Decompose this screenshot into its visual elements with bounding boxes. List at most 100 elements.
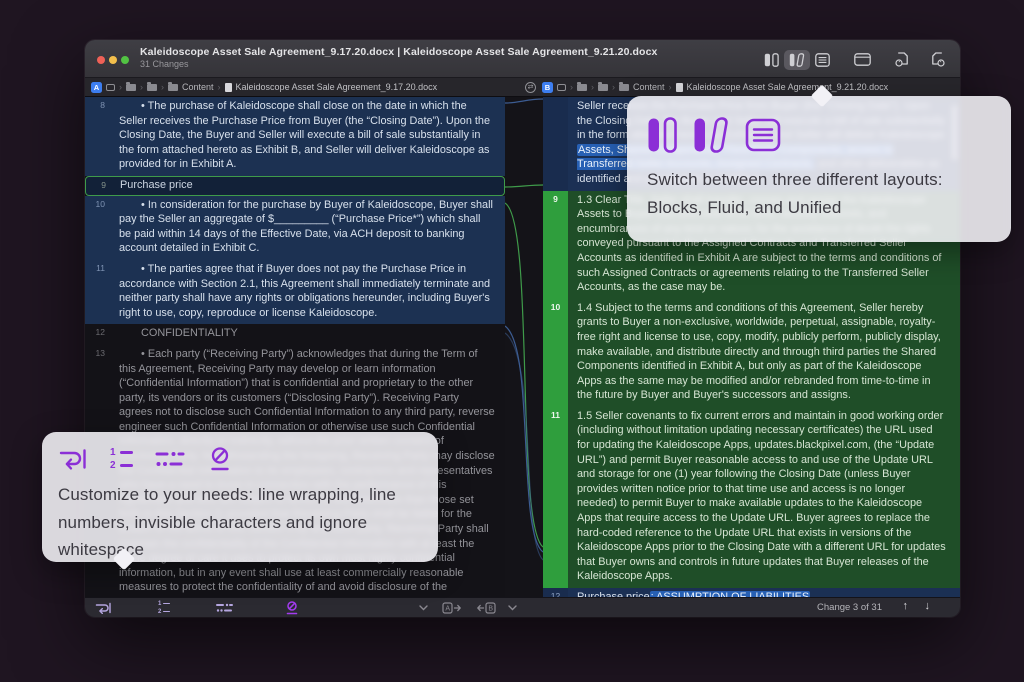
chevron-separator: ›	[669, 83, 672, 92]
computer-icon[interactable]	[557, 84, 566, 91]
diff-text: • In consideration for the purchase by B…	[111, 196, 505, 260]
left-row-9-insertion-point[interactable]: 9 Purchase price	[85, 176, 505, 196]
line-numbers-toggle[interactable]: 1 2	[158, 601, 170, 615]
diff-text: CONFIDENTIALITY	[111, 324, 505, 345]
folder-icon[interactable]	[577, 84, 587, 91]
left-row-11[interactable]: 11 • The parties agree that if Buyer doe…	[85, 260, 505, 324]
left-row-12[interactable]: 12 CONFIDENTIALITY	[85, 324, 505, 345]
line-number: 9	[543, 191, 568, 299]
breadcrumb-file-a: A › › › Content › Kaleidoscope Asset Sal…	[91, 78, 437, 96]
layout-toolbar	[759, 49, 950, 70]
copy-a-right-icon: A	[442, 602, 462, 614]
breadcrumb-file-label[interactable]: Kaleidoscope Asset Sale Agreement_9.21.2…	[687, 82, 889, 92]
swap-documents-icon[interactable]: ⇄	[525, 82, 536, 93]
file-a-badge: A	[91, 82, 102, 93]
text-segment: 1.5 Seller covenants to fix current erro…	[577, 410, 946, 583]
blocks-layout-button[interactable]	[759, 50, 784, 70]
document-icon	[225, 83, 232, 92]
chevron-down-icon	[508, 605, 517, 611]
breadcrumb-folder-label[interactable]: Content	[182, 82, 214, 92]
changes-count: 31 Changes	[140, 60, 657, 70]
refresh-file-b-button[interactable]	[925, 49, 950, 70]
text-segment: • The purchase of Kaleidoscope shall clo…	[119, 100, 490, 170]
copy-b-to-a-button[interactable]: B	[476, 602, 496, 614]
right-row-12[interactable]: 12 Purchase price; ASSUMPTION OF LIABILI…	[543, 588, 960, 597]
svg-text:A: A	[446, 605, 451, 612]
previous-change-button[interactable]: ↑	[903, 600, 909, 612]
layout-tooltip: Switch between three different layouts: …	[627, 96, 1011, 242]
customize-tooltip-text: Customize to your needs: line wrapping, …	[58, 481, 418, 564]
blocks-layout-icon	[764, 53, 779, 67]
document-reload-icon	[895, 52, 910, 67]
ignore-whitespace-toggle[interactable]	[285, 601, 299, 615]
change-position-label: Change 3 of 31	[817, 602, 882, 613]
line-wrap-icon	[95, 602, 112, 614]
text-segment: CONFIDENTIALITY	[141, 327, 238, 339]
filter-menu-button[interactable]	[419, 605, 428, 611]
unified-layout-icon	[745, 117, 781, 153]
line-number: 11	[85, 260, 111, 324]
customize-tooltip: 1 2 Customize to your needs: line wrappi…	[42, 432, 438, 562]
copy-a-to-b-button[interactable]: A	[442, 602, 462, 614]
chevron-separator: ›	[161, 83, 164, 92]
folder-icon[interactable]	[147, 84, 157, 91]
blocks-layout-icon	[647, 117, 677, 153]
window-title-block: Kaleidoscope Asset Sale Agreement_9.17.2…	[140, 47, 657, 70]
fluid-layout-icon	[789, 53, 805, 67]
breadcrumb-folder-label[interactable]: Content	[633, 82, 665, 92]
fluid-layout-button[interactable]	[784, 50, 810, 70]
line-number: 12	[543, 588, 568, 597]
connector-curves	[505, 97, 543, 597]
line-number: 10	[543, 299, 568, 407]
line-number: 11	[543, 407, 568, 588]
diff-text: 1.5 Seller covenants to fix current erro…	[568, 407, 960, 588]
window-title: Kaleidoscope Asset Sale Agreement_9.17.2…	[140, 47, 657, 59]
line-numbers-icon: 1 2	[158, 601, 170, 615]
diff-text: • The purchase of Kaleidoscope shall clo…	[111, 97, 505, 176]
right-row-10-added[interactable]: 10 1.4 Subject to the terms and conditio…	[543, 299, 960, 407]
left-row-10[interactable]: 10 • In consideration for the purchase b…	[85, 196, 505, 260]
invisible-characters-toggle[interactable]	[216, 602, 233, 613]
minimize-button[interactable]	[109, 56, 117, 64]
titlebar[interactable]: Kaleidoscope Asset Sale Agreement_9.17.2…	[85, 40, 960, 78]
ignore-whitespace-icon	[285, 601, 299, 615]
line-wrapping-toggle[interactable]	[95, 602, 112, 614]
folder-icon[interactable]	[168, 84, 178, 91]
diff-text: 1.4 Subject to the terms and conditions …	[568, 299, 960, 407]
document-icon	[676, 83, 683, 92]
chevron-down-icon	[419, 605, 428, 611]
unified-layout-icon	[815, 53, 830, 67]
close-button[interactable]	[97, 56, 105, 64]
left-row-8[interactable]: 8 • The purchase of Kaleidoscope shall c…	[85, 97, 505, 176]
change-connector-gutter	[505, 97, 543, 597]
next-change-button[interactable]: ↓	[925, 600, 931, 612]
chevron-separator: ›	[119, 83, 122, 92]
layout-tooltip-icons	[647, 116, 991, 154]
file-b-badge: B	[542, 82, 553, 93]
invisible-characters-icon	[216, 602, 233, 613]
reader-view-button[interactable]	[849, 50, 876, 69]
diff-text: Purchase price	[112, 177, 504, 195]
chevron-separator: ›	[218, 83, 221, 92]
unified-layout-button[interactable]	[810, 50, 835, 70]
folder-icon[interactable]	[126, 84, 136, 91]
window-panel-icon	[854, 53, 871, 66]
zoom-button[interactable]	[121, 56, 129, 64]
line-number	[543, 97, 568, 191]
computer-icon[interactable]	[106, 84, 115, 91]
chevron-separator: ›	[591, 83, 594, 92]
folder-icon[interactable]	[598, 84, 608, 91]
document-reload-alt-icon	[930, 52, 945, 67]
desktop-background: Kaleidoscope Asset Sale Agreement_9.17.2…	[0, 0, 1024, 682]
line-wrap-icon	[58, 447, 88, 471]
merge-menu-button[interactable]	[508, 605, 517, 611]
line-number: 8	[85, 97, 111, 176]
folder-icon[interactable]	[619, 84, 629, 91]
refresh-file-a-button[interactable]	[890, 49, 915, 70]
ignore-whitespace-icon	[207, 446, 233, 472]
customize-tooltip-icons: 1 2	[58, 446, 418, 472]
line-number: 9	[86, 177, 112, 195]
breadcrumb-file-label[interactable]: Kaleidoscope Asset Sale Agreement_9.17.2…	[236, 82, 438, 92]
svg-text:B: B	[489, 605, 494, 612]
right-row-11-added[interactable]: 11 1.5 Seller covenants to fix current e…	[543, 407, 960, 588]
